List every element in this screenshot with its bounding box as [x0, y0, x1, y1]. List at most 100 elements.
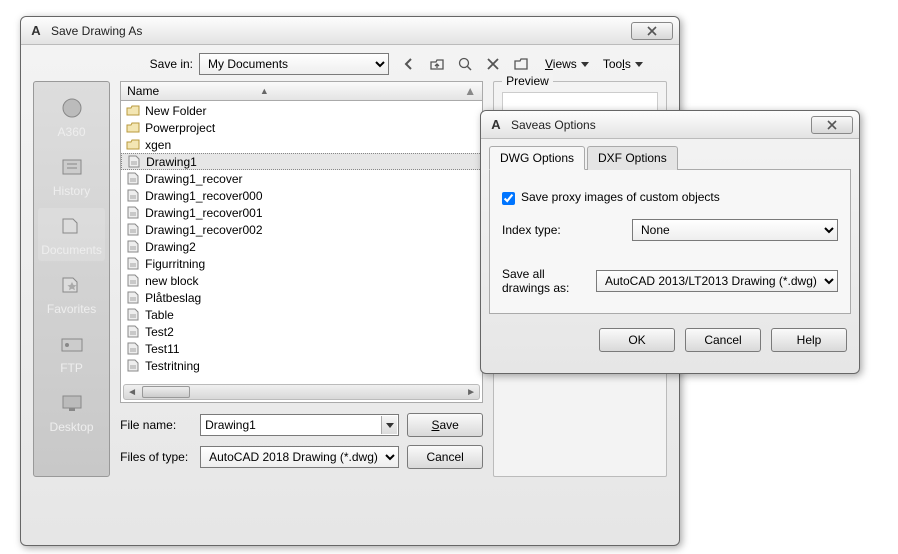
help-button[interactable]: Help [771, 328, 847, 352]
file-item[interactable]: Drawing1_recover001 [121, 204, 482, 221]
options-dialog-title: Saveas Options [511, 118, 811, 132]
place-favorites[interactable]: Favorites [38, 267, 106, 320]
save-proxy-checkbox[interactable] [502, 192, 515, 205]
up-folder-icon[interactable] [427, 54, 447, 74]
tab-dwg-options[interactable]: DWG Options [489, 146, 585, 170]
chevron-down-icon [581, 62, 589, 67]
file-name-label: File name: [120, 418, 200, 432]
file-name: Plåtbeslag [145, 291, 201, 305]
scrollbar-thumb[interactable] [142, 386, 190, 398]
search-web-icon[interactable] [455, 54, 475, 74]
options-dialog-titlebar[interactable]: A Saveas Options [481, 111, 859, 139]
tools-menu[interactable]: Tools [603, 57, 643, 71]
file-name: Drawing1_recover [145, 172, 242, 186]
dwg-file-icon [125, 274, 140, 288]
back-icon[interactable] [399, 54, 419, 74]
save-proxy-label: Save proxy images of custom objects [521, 190, 720, 204]
dwg-file-icon [125, 308, 140, 322]
place-label: History [38, 184, 106, 198]
file-item[interactable]: Drawing1 [121, 153, 482, 170]
saveas-options-dialog: A Saveas Options DWG Options DXF Options… [480, 110, 860, 374]
file-name: Drawing1_recover002 [145, 223, 262, 237]
options-tabs: DWG Options DXF Options [489, 145, 851, 170]
favorites-icon [54, 271, 90, 299]
file-name: Testritning [145, 359, 200, 373]
place-a360[interactable]: A360 [38, 90, 106, 143]
file-name: Powerproject [145, 121, 215, 135]
file-item[interactable]: xgen [121, 136, 482, 153]
chevron-down-icon[interactable] [381, 416, 397, 434]
file-item[interactable]: Drawing1_recover000 [121, 187, 482, 204]
file-name: New Folder [145, 104, 206, 118]
place-documents[interactable]: Documents [38, 208, 106, 261]
files-of-type-combo[interactable]: AutoCAD 2018 Drawing (*.dwg) [200, 446, 399, 468]
file-item[interactable]: New Folder [121, 102, 482, 119]
dwg-file-icon [125, 257, 140, 271]
file-name: new block [145, 274, 198, 288]
cancel-button[interactable]: Cancel [407, 445, 483, 469]
documents-icon [54, 212, 90, 240]
horizontal-scrollbar[interactable]: ◄ ► [123, 384, 480, 400]
preview-label: Preview [502, 74, 553, 88]
place-desktop[interactable]: Desktop [38, 385, 106, 438]
place-ftp[interactable]: FTP [38, 326, 106, 379]
new-folder-icon[interactable] [511, 54, 531, 74]
close-button[interactable] [631, 22, 673, 40]
autocad-icon: A [487, 116, 505, 134]
ok-button[interactable]: OK [599, 328, 675, 352]
desktop-icon [54, 389, 90, 417]
file-item[interactable]: Figurritning [121, 255, 482, 272]
folder-icon [125, 138, 140, 152]
file-list-header[interactable]: Name ▲ ▲ [120, 81, 483, 101]
file-item[interactable]: Powerproject [121, 119, 482, 136]
dwg-file-icon [125, 189, 140, 203]
save-all-label: Save all drawings as: [502, 267, 586, 295]
file-list[interactable]: New Folder Powerprojectxgen Drawing1 Drawin… [120, 101, 483, 403]
column-name[interactable]: Name [127, 84, 159, 98]
close-icon [646, 25, 658, 37]
files-of-type-label: Files of type: [120, 450, 200, 464]
file-name: Drawing2 [145, 240, 196, 254]
tab-dxf-options[interactable]: DXF Options [587, 146, 678, 170]
place-label: Desktop [38, 420, 106, 434]
place-label: A360 [38, 125, 106, 139]
dwg-options-panel: Save proxy images of custom objects Inde… [489, 170, 851, 314]
file-name: Drawing1_recover000 [145, 189, 262, 203]
folder-icon [125, 121, 140, 135]
dwg-file-icon [125, 291, 140, 305]
file-item[interactable]: Plåtbeslag [121, 289, 482, 306]
file-name: Drawing1_recover001 [145, 206, 262, 220]
save-all-combo[interactable]: AutoCAD 2013/LT2013 Drawing (*.dwg) [596, 270, 838, 292]
file-item[interactable]: new block [121, 272, 482, 289]
file-name-input[interactable] [200, 414, 399, 436]
cancel-button[interactable]: Cancel [685, 328, 761, 352]
file-item[interactable]: Test2 [121, 323, 482, 340]
history-icon [54, 153, 90, 181]
save-in-label: Save in: [143, 57, 193, 71]
place-history[interactable]: History [38, 149, 106, 202]
save-dialog-title: Save Drawing As [51, 24, 631, 38]
delete-icon[interactable] [483, 54, 503, 74]
chevron-down-icon [635, 62, 643, 67]
index-type-combo[interactable]: None [632, 219, 838, 241]
file-name: Drawing1 [146, 155, 197, 169]
close-button[interactable] [811, 116, 853, 134]
dwg-file-icon [125, 359, 140, 373]
ftp-icon [54, 330, 90, 358]
file-item[interactable]: Drawing1_recover002 [121, 221, 482, 238]
save-in-combo[interactable]: My Documents [199, 53, 389, 75]
file-item[interactable]: Test11 [121, 340, 482, 357]
file-item[interactable]: Testritning [121, 357, 482, 374]
file-name: Figurritning [145, 257, 205, 271]
place-label: FTP [38, 361, 106, 375]
file-item[interactable]: Drawing2 [121, 238, 482, 255]
file-name: Table [145, 308, 174, 322]
index-type-label: Index type: [502, 223, 622, 237]
views-menu[interactable]: Views [545, 57, 589, 71]
save-dialog-titlebar[interactable]: A Save Drawing As [21, 17, 679, 45]
file-item[interactable]: Table [121, 306, 482, 323]
save-button[interactable]: Save [407, 413, 483, 437]
close-icon [826, 119, 838, 131]
sort-asc-icon: ▲ [260, 86, 269, 96]
file-item[interactable]: Drawing1_recover [121, 170, 482, 187]
